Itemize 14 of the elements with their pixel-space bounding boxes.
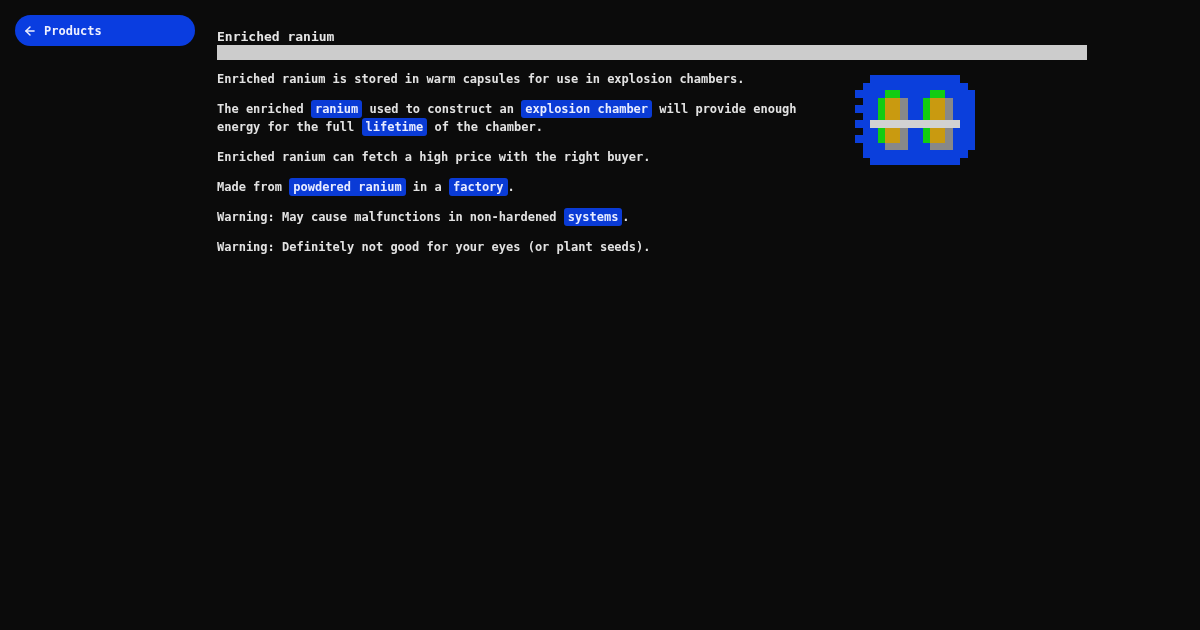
back-button[interactable]: Products [15, 15, 195, 46]
paragraph: Enriched ranium can fetch a high price with the right buyer. [217, 149, 652, 166]
paragraph: Warning: May cause malfunctions in non-hardened systems . [217, 208, 631, 226]
page-title: Enriched ranium [217, 29, 336, 45]
link[interactable]: ranium [310, 100, 363, 118]
link[interactable]: explosion chamber [521, 100, 653, 118]
link[interactable]: factory [449, 178, 508, 196]
link[interactable]: lifetime [361, 118, 428, 136]
paragraph: The enriched ranium used to construct an explosion chamber will provide enough energy for the full lifetime of the chamber. [217, 100, 798, 136]
link[interactable]: powdered ranium [289, 178, 406, 196]
paragraph: Warning: Definitely not good for your eyes (or plant seeds). [217, 239, 652, 256]
paragraph: Made from powdered ranium in a factory . [217, 178, 516, 196]
link[interactable]: systems [563, 208, 623, 226]
paragraph: Enriched ranium is stored in warm capsules for use in explosion chambers. [217, 71, 746, 88]
